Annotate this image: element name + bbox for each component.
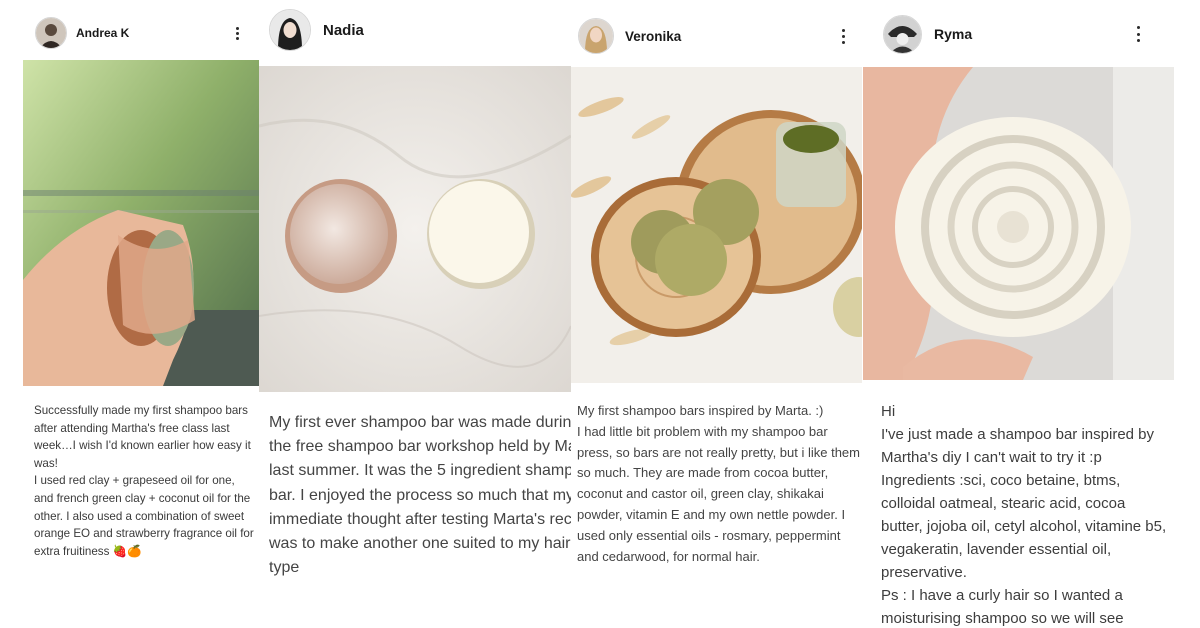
avatar[interactable]	[269, 9, 311, 51]
more-options-button[interactable]	[840, 29, 846, 44]
card-header: Veronika	[571, 18, 862, 54]
card-header: Andrea K	[23, 16, 259, 50]
kebab-menu-icon	[841, 29, 845, 32]
avatar[interactable]	[578, 18, 614, 54]
post-caption: Successfully made my first shampoo bars …	[34, 404, 254, 558]
testimonial-card-nadia: Nadia My first ever shampoo bar was made…	[259, 0, 571, 628]
avatar[interactable]	[883, 14, 922, 54]
author-name[interactable]: Nadia	[323, 22, 364, 39]
author-name[interactable]: Andrea K	[76, 26, 129, 40]
more-options-button[interactable]	[1135, 26, 1141, 42]
kebab-menu-icon	[1136, 26, 1140, 29]
author-name[interactable]: Veronika	[625, 29, 681, 44]
post-photo[interactable]	[571, 67, 862, 383]
card-header: Nadia	[259, 8, 571, 52]
post-photo[interactable]	[259, 66, 571, 392]
card-header: Ryma	[863, 14, 1174, 54]
more-options-button[interactable]	[234, 27, 240, 40]
testimonial-card-veronika: Veronika My first shampoo bars inspired …	[571, 0, 862, 628]
post-caption: My first ever shampoo bar was made durin…	[269, 414, 571, 577]
post-photo[interactable]	[23, 60, 259, 386]
testimonial-card-ryma: Ryma Hi I've just made a shampoo bar ins…	[863, 0, 1174, 628]
author-name[interactable]: Ryma	[934, 26, 972, 42]
post-caption: My first shampoo bars inspired by Marta.…	[577, 403, 860, 564]
kebab-menu-icon	[235, 27, 239, 30]
post-caption: Hi I've just made a shampoo bar inspired…	[881, 403, 1167, 627]
testimonial-card-andrea: Andrea K Successfully made my first sham…	[23, 0, 259, 584]
post-photo[interactable]	[863, 67, 1174, 380]
avatar[interactable]	[35, 17, 67, 49]
